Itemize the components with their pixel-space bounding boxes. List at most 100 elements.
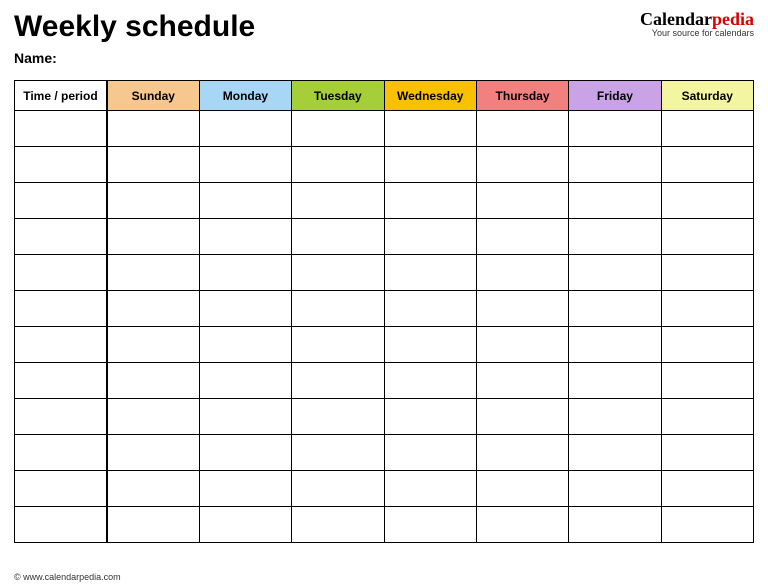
schedule-cell — [384, 111, 476, 147]
schedule-cell — [292, 435, 384, 471]
time-cell — [15, 399, 107, 435]
page-title: Weekly schedule — [14, 10, 255, 44]
time-cell — [15, 327, 107, 363]
schedule-cell — [199, 435, 291, 471]
schedule-cell — [199, 471, 291, 507]
schedule-cell — [107, 147, 199, 183]
schedule-cell — [107, 255, 199, 291]
schedule-cell — [384, 147, 476, 183]
schedule-cell — [384, 507, 476, 543]
schedule-cell — [476, 219, 568, 255]
schedule-cell — [199, 111, 291, 147]
schedule-cell — [384, 399, 476, 435]
brand-name-part2: pedia — [712, 9, 754, 29]
schedule-cell — [199, 327, 291, 363]
schedule-cell — [476, 363, 568, 399]
schedule-cell — [199, 363, 291, 399]
schedule-cell — [661, 507, 753, 543]
time-cell — [15, 255, 107, 291]
schedule-cell — [107, 219, 199, 255]
schedule-cell — [476, 255, 568, 291]
schedule-cell — [292, 111, 384, 147]
schedule-cell — [569, 291, 661, 327]
schedule-cell — [569, 183, 661, 219]
time-cell — [15, 111, 107, 147]
schedule-cell — [107, 111, 199, 147]
time-cell — [15, 219, 107, 255]
schedule-cell — [199, 291, 291, 327]
brand-name: Calendarpedia — [640, 10, 754, 29]
schedule-cell — [292, 291, 384, 327]
schedule-cell — [384, 255, 476, 291]
day-header-friday: Friday — [569, 81, 661, 111]
time-cell — [15, 435, 107, 471]
schedule-cell — [292, 219, 384, 255]
schedule-cell — [569, 471, 661, 507]
schedule-cell — [384, 327, 476, 363]
schedule-cell — [292, 471, 384, 507]
schedule-cell — [569, 147, 661, 183]
schedule-cell — [199, 219, 291, 255]
schedule-cell — [199, 183, 291, 219]
name-label: Name: — [14, 50, 754, 66]
schedule-cell — [569, 507, 661, 543]
schedule-cell — [292, 255, 384, 291]
schedule-cell — [661, 363, 753, 399]
schedule-cell — [569, 435, 661, 471]
schedule-cell — [292, 399, 384, 435]
schedule-cell — [292, 507, 384, 543]
schedule-cell — [661, 111, 753, 147]
schedule-cell — [661, 183, 753, 219]
time-cell — [15, 471, 107, 507]
schedule-cell — [199, 507, 291, 543]
brand-tagline: Your source for calendars — [640, 29, 754, 38]
schedule-cell — [199, 399, 291, 435]
schedule-cell — [476, 327, 568, 363]
time-cell — [15, 507, 107, 543]
schedule-cell — [569, 327, 661, 363]
schedule-cell — [384, 219, 476, 255]
time-cell — [15, 291, 107, 327]
schedule-cell — [107, 363, 199, 399]
time-period-header: Time / period — [15, 81, 107, 111]
schedule-cell — [476, 183, 568, 219]
schedule-table: Time / periodSundayMondayTuesdayWednesda… — [14, 80, 754, 543]
footer-copyright: © www.calendarpedia.com — [14, 572, 121, 582]
schedule-cell — [476, 111, 568, 147]
schedule-cell — [476, 435, 568, 471]
schedule-cell — [569, 363, 661, 399]
day-header-sunday: Sunday — [107, 81, 199, 111]
schedule-cell — [476, 291, 568, 327]
schedule-cell — [292, 363, 384, 399]
schedule-cell — [661, 327, 753, 363]
schedule-cell — [661, 471, 753, 507]
schedule-cell — [384, 471, 476, 507]
time-cell — [15, 183, 107, 219]
brand-name-part1: Calendar — [640, 9, 712, 29]
schedule-cell — [661, 399, 753, 435]
schedule-cell — [661, 291, 753, 327]
schedule-cell — [107, 183, 199, 219]
schedule-cell — [569, 399, 661, 435]
schedule-cell — [199, 255, 291, 291]
schedule-cell — [476, 147, 568, 183]
day-header-monday: Monday — [199, 81, 291, 111]
schedule-cell — [292, 147, 384, 183]
schedule-cell — [107, 291, 199, 327]
schedule-cell — [569, 255, 661, 291]
schedule-cell — [384, 435, 476, 471]
day-header-wednesday: Wednesday — [384, 81, 476, 111]
schedule-cell — [384, 363, 476, 399]
schedule-cell — [661, 147, 753, 183]
schedule-cell — [661, 435, 753, 471]
schedule-cell — [199, 147, 291, 183]
schedule-cell — [107, 399, 199, 435]
schedule-cell — [569, 111, 661, 147]
day-header-tuesday: Tuesday — [292, 81, 384, 111]
schedule-cell — [476, 507, 568, 543]
schedule-cell — [107, 327, 199, 363]
day-header-thursday: Thursday — [476, 81, 568, 111]
schedule-cell — [569, 219, 661, 255]
schedule-cell — [384, 183, 476, 219]
schedule-cell — [661, 255, 753, 291]
